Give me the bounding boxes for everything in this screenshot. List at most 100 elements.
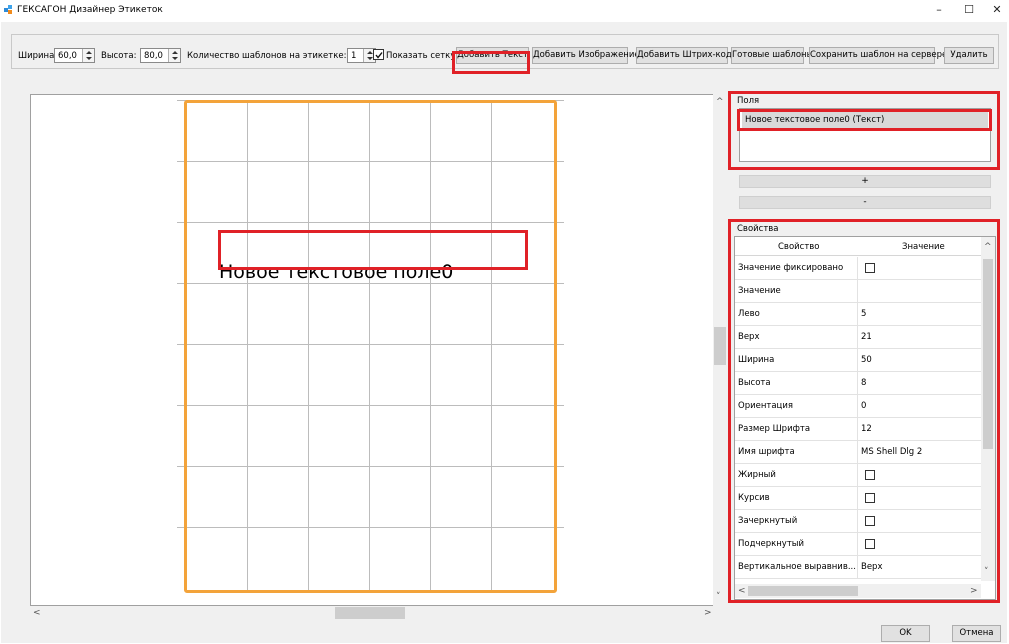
property-name: Вертикальное выравнив... [735, 556, 858, 578]
height-value[interactable]: 80,0 [144, 51, 163, 61]
scroll-thumb[interactable] [748, 586, 858, 596]
property-name: Подчеркнутый [735, 533, 858, 555]
property-checkbox[interactable] [865, 263, 875, 273]
properties-vertical-scrollbar[interactable]: ^ ˅ [981, 237, 995, 581]
properties-table[interactable]: Свойство Значение Значение фиксировано Зн… [734, 236, 996, 600]
property-value[interactable] [861, 280, 979, 302]
property-name: Зачеркнутый [735, 510, 858, 532]
property-name: Размер Шрифта [735, 418, 858, 440]
property-name: Значение фиксировано [735, 257, 858, 279]
property-value[interactable]: 12 [861, 418, 979, 440]
scroll-down-icon[interactable]: ˅ [716, 592, 721, 602]
property-name: Высота [735, 372, 858, 394]
fields-list-item[interactable]: Новое текстовое поле0 (Текст) [742, 111, 988, 129]
scroll-left-icon[interactable]: < [738, 586, 746, 596]
property-name: Жирный [735, 464, 858, 486]
add-barcode-button[interactable]: Добавить Штрих-код [636, 47, 732, 64]
canvas-vertical-scrollbar[interactable]: ^ ˅ [713, 94, 727, 609]
canvas-horizontal-scrollbar[interactable]: < > [30, 606, 716, 620]
scroll-thumb[interactable] [983, 259, 993, 449]
property-name: Верх [735, 326, 858, 348]
property-row[interactable]: Зачеркнутый [735, 510, 981, 533]
property-checkbox[interactable] [865, 516, 875, 526]
property-value[interactable]: MS Shell Dlg 2 [861, 441, 979, 463]
property-name: Лево [735, 303, 858, 325]
width-value[interactable]: 60,0 [58, 51, 77, 61]
property-value[interactable]: 21 [861, 326, 979, 348]
property-name: Курсив [735, 487, 858, 509]
cancel-button[interactable]: Отмена [952, 625, 1001, 642]
canvas-text-field[interactable]: Новое текстовое поле0 [219, 261, 453, 283]
property-checkbox[interactable] [865, 470, 875, 480]
add-field-button[interactable]: + [739, 175, 991, 188]
spin-arrows-icon[interactable] [168, 49, 180, 62]
scroll-thumb[interactable] [335, 607, 405, 619]
toolbar: Ширина: 60,0 Высота: 80,0 Количество шаб… [11, 34, 999, 69]
property-row[interactable]: Вертикальное выравнив... Верх [735, 556, 981, 579]
height-label: Высота: [101, 51, 137, 61]
scroll-down-icon[interactable]: ˅ [984, 567, 989, 577]
property-name: Ширина [735, 349, 858, 371]
delete-button[interactable]: Удалить [944, 47, 994, 64]
property-row[interactable]: Значение [735, 280, 981, 303]
show-grid-label: Показать сетку [386, 51, 456, 61]
property-row[interactable]: Лево 5 [735, 303, 981, 326]
property-row[interactable]: Значение фиксировано [735, 257, 981, 280]
property-row[interactable]: Ориентация 0 [735, 395, 981, 418]
maximize-button[interactable]: ☐ [961, 3, 977, 17]
property-row[interactable]: Высота 8 [735, 372, 981, 395]
property-checkbox[interactable] [865, 539, 875, 549]
property-row[interactable]: Подчеркнутый [735, 533, 981, 556]
label-canvas[interactable] [30, 94, 716, 606]
close-button[interactable]: ✕ [989, 3, 1005, 17]
spin-arrows-icon[interactable] [82, 49, 94, 62]
property-row[interactable]: Жирный [735, 464, 981, 487]
property-value[interactable]: 50 [861, 349, 979, 371]
property-row[interactable]: Размер Шрифта 12 [735, 418, 981, 441]
width-spinbox[interactable]: 60,0 [54, 48, 95, 63]
height-spinbox[interactable]: 80,0 [140, 48, 181, 63]
property-value[interactable]: Верх [861, 556, 979, 578]
window-title: ГЕКСАГОН Дизайнер Этикеток [17, 5, 163, 15]
minimize-button[interactable]: – [931, 3, 947, 17]
properties-group-title: Свойства [737, 224, 779, 234]
label-page[interactable] [184, 100, 557, 593]
save-template-server-button[interactable]: Сохранить шаблон на сервере [809, 47, 947, 64]
property-row[interactable]: Верх 21 [735, 326, 981, 349]
fields-group-title: Поля [737, 96, 760, 106]
property-name: Значение [735, 280, 858, 302]
templates-count-spinbox[interactable]: 1 [347, 48, 376, 63]
property-value[interactable]: 0 [861, 395, 979, 417]
ready-templates-button[interactable]: Готовые шаблоны [731, 47, 813, 64]
property-name: Ориентация [735, 395, 858, 417]
ok-button[interactable]: OK [881, 625, 930, 642]
column-header-property: Свойство [778, 242, 820, 252]
scroll-up-icon[interactable]: ^ [984, 242, 992, 252]
property-row[interactable]: Ширина 50 [735, 349, 981, 372]
property-name: Имя шрифта [735, 441, 858, 463]
main-window: Ширина: 60,0 Высота: 80,0 Количество шаб… [1, 22, 1007, 643]
templates-count-value[interactable]: 1 [351, 51, 356, 61]
title-bar: ГЕКСАГОН Дизайнер Этикеток – ☐ ✕ [0, 0, 1009, 22]
property-value[interactable]: 8 [861, 372, 979, 394]
properties-horizontal-scrollbar[interactable]: < > [735, 584, 981, 598]
scroll-left-icon[interactable]: < [33, 608, 41, 618]
property-row[interactable]: Курсив [735, 487, 981, 510]
scroll-right-icon[interactable]: > [970, 586, 978, 596]
property-row[interactable]: Имя шрифта MS Shell Dlg 2 [735, 441, 981, 464]
property-checkbox[interactable] [865, 493, 875, 503]
scroll-thumb[interactable] [714, 327, 726, 365]
property-value[interactable]: 5 [861, 303, 979, 325]
scroll-right-icon[interactable]: > [704, 608, 712, 618]
add-image-button[interactable]: Добавить Изображение [532, 47, 640, 64]
properties-header: Свойство Значение [735, 237, 981, 256]
column-header-value: Значение [902, 242, 945, 252]
scroll-up-icon[interactable]: ^ [716, 97, 724, 107]
add-text-button[interactable]: Добавить Текст [456, 47, 529, 64]
templates-count-label: Количество шаблонов на этикетке: [187, 51, 347, 61]
app-logo-icon [4, 5, 14, 15]
remove-field-button[interactable]: - [739, 196, 991, 209]
fields-list[interactable]: Новое текстовое поле0 (Текст) [739, 108, 991, 162]
width-label: Ширина: [18, 51, 58, 61]
show-grid-checkbox[interactable] [373, 49, 384, 60]
